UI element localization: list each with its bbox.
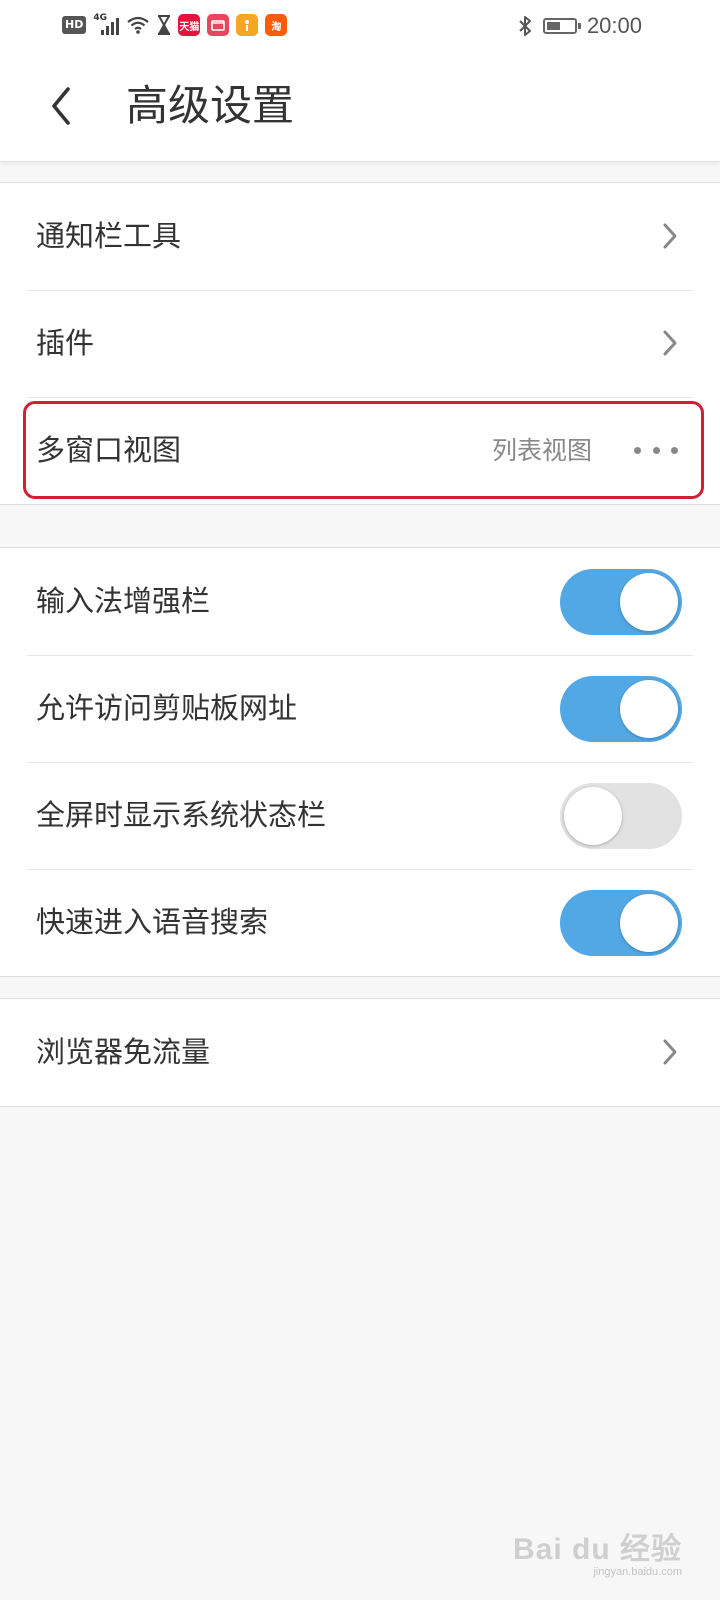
status-bar: HD 4G 天猫 淘 20:00 — [0, 0, 720, 54]
status-bar-right: 20:00 — [517, 12, 642, 40]
chevron-right-icon — [663, 223, 677, 249]
fullscreen-status-bar-toggle[interactable] — [560, 783, 682, 849]
notification-tools-row[interactable]: 通知栏工具 — [0, 183, 720, 290]
clipboard-url-access-row: 允许访问剪贴板网址 — [0, 655, 720, 762]
bluetooth-icon — [519, 16, 531, 36]
wifi-icon — [127, 16, 150, 34]
baidu-jingyan-watermark: Bai du 经验 jingyan.baidu.com — [513, 1524, 682, 1578]
multi-window-view-value: 列表视图 — [491, 436, 592, 465]
video-app-icon — [207, 14, 230, 36]
status-bar-left: HD 4G 天猫 淘 — [62, 12, 288, 38]
quick-voice-search-label: 快速进入语音搜索 — [36, 905, 269, 939]
plugins-row[interactable]: 插件 — [0, 290, 720, 397]
clipboard-url-access-label: 允许访问剪贴板网址 — [36, 691, 298, 725]
settings-group-data-saver: 浏览器免流量 — [0, 998, 720, 1107]
back-button[interactable] — [36, 80, 86, 132]
battery-icon — [542, 18, 581, 34]
more-options-icon[interactable] — [634, 440, 678, 460]
taobao-app-icon: 淘 — [265, 14, 288, 36]
app-bar: 高级设置 — [0, 54, 720, 162]
toggle-knob — [620, 894, 678, 952]
toggle-knob — [620, 573, 678, 631]
page-title: 高级设置 — [126, 81, 295, 130]
watermark-main: Bai du 经验 — [512, 1533, 682, 1566]
tmall-app-icon: 天猫 — [178, 14, 201, 36]
settings-group-general: 通知栏工具 插件 多窗口视图 列表视图 — [0, 182, 720, 505]
quick-voice-search-row: 快速进入语音搜索 — [0, 869, 720, 976]
notification-tools-label: 通知栏工具 — [36, 219, 182, 253]
ime-enhancement-bar-label: 输入法增强栏 — [36, 584, 211, 618]
quick-voice-search-toggle[interactable] — [560, 890, 682, 956]
fullscreen-status-bar-label: 全屏时显示系统状态栏 — [36, 798, 327, 832]
settings-group-toggles: 输入法增强栏 允许访问剪贴板网址 全屏时显示系统状态栏 快速进入语音搜索 — [0, 547, 720, 977]
browser-free-data-row[interactable]: 浏览器免流量 — [0, 999, 720, 1106]
browser-free-data-label: 浏览器免流量 — [36, 1035, 211, 1069]
hourglass-icon — [158, 15, 171, 35]
cellular-signal-icon: 4G — [93, 13, 120, 37]
fullscreen-status-bar-row: 全屏时显示系统状态栏 — [0, 762, 720, 869]
hd-badge: HD — [62, 16, 87, 34]
plugins-label: 插件 — [36, 326, 95, 360]
watermark-sub: jingyan.baidu.com — [593, 1566, 682, 1578]
multi-window-view-label: 多窗口视图 — [36, 433, 182, 467]
clipboard-url-access-toggle[interactable] — [560, 676, 682, 742]
chevron-left-icon — [52, 87, 70, 125]
multi-window-view-row[interactable]: 多窗口视图 列表视图 — [0, 397, 720, 504]
orange-app-icon — [236, 14, 259, 36]
ime-enhancement-bar-row: 输入法增强栏 — [0, 548, 720, 655]
chevron-right-icon — [663, 330, 677, 356]
ime-enhancement-bar-toggle[interactable] — [560, 569, 682, 635]
toggle-knob — [564, 787, 622, 845]
toggle-knob — [620, 680, 678, 738]
chevron-right-icon — [663, 1039, 677, 1065]
status-time: 20:00 — [586, 13, 642, 38]
